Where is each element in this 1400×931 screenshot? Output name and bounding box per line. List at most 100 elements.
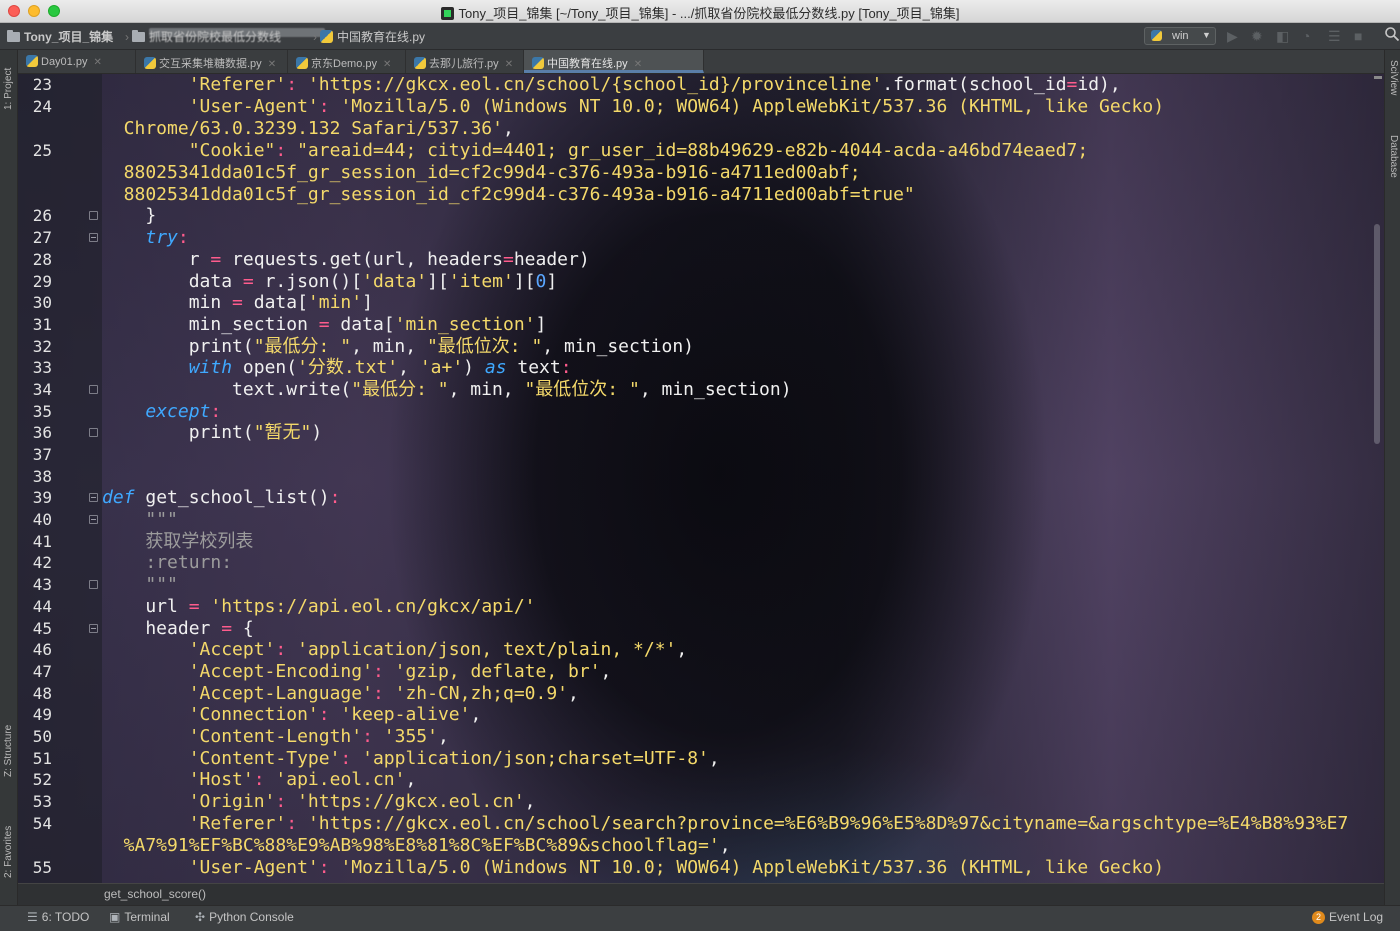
bottom-tool-bar: ☰ 6: TODO ▣ Terminal ✣ Python Console 2 Even… bbox=[0, 905, 1400, 931]
code-line: url = 'https://api.eol.cn/gkcx/api/' bbox=[102, 596, 536, 617]
run-icon[interactable]: ▶ bbox=[1227, 28, 1238, 44]
database-tool-tab[interactable]: Database bbox=[1388, 135, 1399, 178]
terminal-icon: ▣ bbox=[109, 910, 121, 924]
tab-eol[interactable]: 中国教育在线.py ✕ bbox=[524, 50, 704, 73]
line-number: 30 bbox=[32, 293, 52, 312]
code-line: 获取学校列表 bbox=[145, 531, 254, 552]
code-line: try: bbox=[145, 227, 189, 248]
code-breadcrumb[interactable]: get_school_score() bbox=[18, 883, 1384, 905]
line-number: 45 bbox=[32, 619, 52, 638]
fold-marker[interactable] bbox=[89, 493, 98, 502]
code-line: 'Content-Length': '355', bbox=[188, 726, 449, 747]
code-line: text.write("最低分: ", min, "最低位次: ", min_s… bbox=[102, 379, 792, 400]
close-icon[interactable]: ✕ bbox=[93, 57, 101, 68]
project-tool-tab[interactable]: 1: Project bbox=[3, 68, 14, 110]
fold-marker[interactable] bbox=[89, 515, 98, 524]
line-number: 37 bbox=[32, 445, 52, 464]
code-area[interactable]: 'Referer': 'https://gkcx.eol.cn/school/{… bbox=[102, 74, 1364, 883]
sciview-tool-tab[interactable]: SciView bbox=[1388, 60, 1399, 95]
editor-scrollbar[interactable] bbox=[1374, 224, 1380, 444]
tab-duitang[interactable]: 交互采集堆糖数据.py ✕ bbox=[136, 50, 288, 73]
code-line: print("最低分: ", min, "最低位次: ", min_sectio… bbox=[102, 336, 695, 357]
favorites-tool-tab[interactable]: 2: Favorites bbox=[3, 826, 14, 878]
breadcrumb-function[interactable]: get_school_score() bbox=[104, 887, 206, 901]
fold-marker[interactable] bbox=[89, 233, 98, 242]
code-line: except: bbox=[145, 401, 222, 422]
python-console-tool-button[interactable]: ✣ Python Console bbox=[195, 910, 294, 924]
folder-icon bbox=[7, 30, 20, 42]
nav-file-crumb[interactable]: › 中国教育在线.py bbox=[310, 28, 425, 45]
line-number: 26 bbox=[32, 206, 52, 225]
coverage-icon[interactable]: ◧ bbox=[1276, 28, 1289, 44]
navigation-bar: Tony_项目_锦集 › 抓取省份院校最低分数线 › 中国教育在线.py win ▼… bbox=[0, 23, 1400, 50]
fold-marker[interactable] bbox=[89, 385, 98, 394]
todo-label: 6: TODO bbox=[41, 910, 90, 924]
event-log-tool-button[interactable]: 2 Event Log bbox=[1312, 910, 1383, 924]
editor-tab-bar: Day01.py ✕ 交互采集堆糖数据.py ✕ 京东Demo.py ✕ 去那儿旅行.… bbox=[18, 50, 1384, 74]
left-tool-strip: 1: Project Z: Structure 2: Favorites bbox=[0, 50, 18, 905]
tab-jd-demo[interactable]: 京东Demo.py ✕ bbox=[288, 50, 406, 73]
code-line: """ bbox=[145, 509, 178, 530]
todo-tool-button[interactable]: ☰ 6: TODO bbox=[27, 910, 89, 924]
structure-tool-tab[interactable]: Z: Structure bbox=[3, 725, 14, 777]
nav-project-crumb[interactable]: Tony_项目_锦集 bbox=[7, 28, 113, 45]
line-number: 31 bbox=[32, 315, 52, 334]
code-line: 'Origin': 'https://gkcx.eol.cn', bbox=[188, 791, 536, 812]
terminal-label: Terminal bbox=[124, 910, 170, 924]
debug-icon[interactable]: ✹ bbox=[1251, 28, 1263, 44]
code-line: data = r.json()['data']['item'][0] bbox=[102, 271, 558, 292]
right-tool-strip: SciView Database bbox=[1384, 50, 1400, 905]
code-line: with open('分数.txt', 'a+') as text: bbox=[188, 357, 572, 378]
inspection-status-marker[interactable] bbox=[1374, 76, 1382, 79]
nav-folder-label: 抓取省份院校最低分数线 bbox=[149, 28, 325, 44]
code-line: print("暂无") bbox=[102, 422, 323, 443]
code-line: "Cookie": "areaid=44; cityid=4401; gr_us… bbox=[188, 140, 1089, 161]
line-number: 50 bbox=[32, 727, 52, 746]
code-line: 'User-Agent': 'Mozilla/5.0 (Windows NT 1… bbox=[188, 96, 1165, 117]
terminal-tool-button[interactable]: ▣ Terminal bbox=[109, 910, 170, 924]
line-number: 33 bbox=[32, 358, 52, 377]
close-icon[interactable]: ✕ bbox=[268, 59, 276, 70]
chevron-down-icon: ▼ bbox=[1202, 30, 1211, 40]
code-line: def get_school_list(): bbox=[102, 487, 341, 508]
line-number: 44 bbox=[32, 597, 52, 616]
tab-day01[interactable]: Day01.py ✕ bbox=[18, 50, 136, 73]
line-number: 24 bbox=[32, 97, 52, 116]
close-icon[interactable]: ✕ bbox=[383, 59, 391, 70]
nav-folder-crumb[interactable]: › 抓取省份院校最低分数线 bbox=[122, 28, 325, 44]
profile-icon[interactable]: ◔ bbox=[1302, 28, 1310, 44]
python-file-icon bbox=[532, 57, 544, 69]
fold-marker[interactable] bbox=[89, 428, 98, 437]
line-number: 46 bbox=[32, 640, 52, 659]
line-number: 28 bbox=[32, 250, 52, 269]
stop-icon[interactable]: ■ bbox=[1354, 28, 1362, 44]
code-line: min_section = data['min_section'] bbox=[102, 314, 547, 335]
fold-marker[interactable] bbox=[89, 624, 98, 633]
code-line: min = data['min'] bbox=[102, 292, 373, 313]
line-number: 25 bbox=[32, 141, 52, 160]
line-number: 35 bbox=[32, 402, 52, 421]
title-bar: Tony_项目_锦集 [~/Tony_项目_锦集] - .../抓取省份院校最低… bbox=[0, 0, 1400, 23]
line-number: 51 bbox=[32, 749, 52, 768]
python-file-icon bbox=[144, 57, 156, 69]
search-icon[interactable] bbox=[1384, 26, 1400, 42]
tab-qunar[interactable]: 去那儿旅行.py ✕ bbox=[406, 50, 524, 73]
code-line: :return: bbox=[145, 552, 233, 573]
code-line: 'Accept-Encoding': 'gzip, deflate, br', bbox=[188, 661, 612, 682]
code-editor[interactable]: 23 24 25 26 27 28 29 30 31 32 33 34 35 3… bbox=[18, 74, 1384, 883]
fold-marker[interactable] bbox=[89, 211, 98, 220]
close-icon[interactable]: ✕ bbox=[634, 59, 642, 70]
python-file-icon bbox=[26, 55, 38, 67]
concurrency-icon[interactable]: ☰ bbox=[1328, 28, 1341, 44]
fold-marker[interactable] bbox=[89, 580, 98, 589]
run-configuration-select[interactable]: win ▼ bbox=[1144, 27, 1216, 45]
python-file-icon bbox=[1151, 30, 1162, 41]
tab-label: 中国教育在线.py bbox=[547, 58, 628, 70]
close-icon[interactable]: ✕ bbox=[505, 59, 513, 70]
code-line: 'Content-Type': 'application/json;charse… bbox=[188, 748, 720, 769]
folder-icon bbox=[132, 30, 145, 42]
code-line: 'Referer': 'https://gkcx.eol.cn/school/{… bbox=[188, 74, 1121, 95]
python-console-label: Python Console bbox=[209, 910, 294, 924]
code-line: 'Accept': 'application/json, text/plain,… bbox=[188, 639, 688, 660]
line-number: 39 bbox=[32, 488, 52, 507]
